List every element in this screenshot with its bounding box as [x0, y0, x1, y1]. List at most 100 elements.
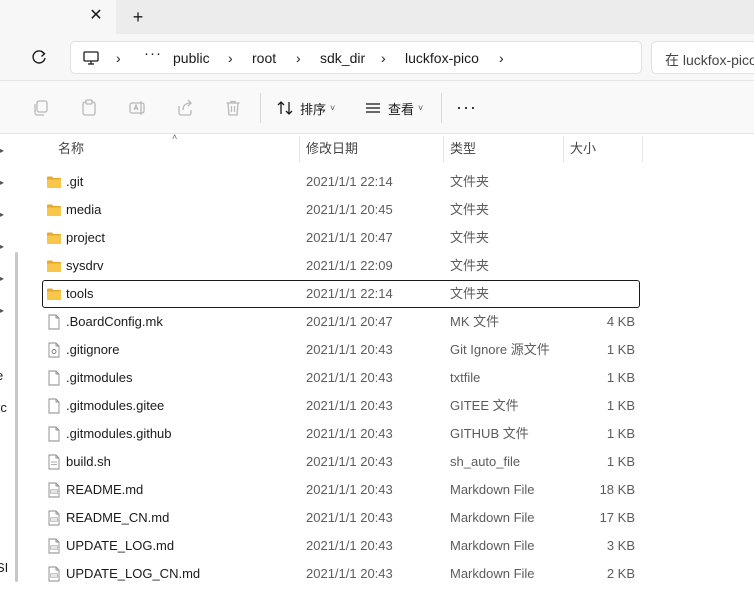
file-row[interactable]: .BoardConfig.mk 2021/1/1 20:47 MK 文件 4 KB — [42, 308, 640, 336]
file-size: 1 KB — [606, 398, 635, 413]
address-bar[interactable]: › ··· public › root › sdk_dir › luckfox-… — [70, 41, 642, 74]
copy-icon[interactable] — [31, 98, 51, 118]
more-options-button[interactable]: ··· — [456, 98, 477, 116]
folder-icon — [47, 232, 61, 244]
file-type: Markdown File — [450, 510, 535, 525]
refresh-icon[interactable] — [28, 46, 50, 68]
delete-icon[interactable] — [223, 98, 243, 118]
file-modified-date: 2021/1/1 20:43 — [306, 370, 393, 385]
file-modified-date: 2021/1/1 20:47 — [306, 314, 393, 329]
file-modified-date: 2021/1/1 20:45 — [306, 202, 393, 217]
file-row[interactable]: project 2021/1/1 20:47 文件夹 — [42, 224, 640, 252]
breadcrumb-root[interactable]: root — [252, 50, 276, 66]
command-divider — [441, 93, 442, 123]
file-type: Markdown File — [450, 482, 535, 497]
markdown-file-icon — [48, 482, 60, 498]
file-type: GITEE 文件 — [450, 398, 519, 413]
file-row[interactable]: README_CN.md 2021/1/1 20:43 Markdown File 1… — [42, 504, 640, 532]
file-row[interactable]: README.md 2021/1/1 20:43 Markdown File 18 K… — [42, 476, 640, 504]
file-modified-date: 2021/1/1 22:14 — [306, 174, 393, 189]
column-header-date[interactable]: 修改日期 — [306, 134, 358, 164]
breadcrumb-luckfox-pico[interactable]: luckfox-pico — [405, 50, 479, 66]
file-size: 17 KB — [599, 510, 635, 525]
column-divider[interactable] — [563, 136, 564, 162]
nav-scrollbar[interactable] — [15, 252, 18, 582]
markdown-file-icon — [48, 510, 60, 526]
file-type: 文件夹 — [450, 174, 490, 189]
column-header-size[interactable]: 大小 — [570, 134, 596, 164]
file-modified-date: 2021/1/1 20:43 — [306, 566, 393, 581]
file-type: GITHUB 文件 — [450, 426, 529, 441]
folder-icon — [47, 176, 61, 188]
file-row[interactable]: .gitmodules.github 2021/1/1 20:43 GITHUB 文… — [42, 420, 640, 448]
expand-chevron-icon[interactable]: ▸ — [0, 146, 8, 156]
breadcrumb-separator[interactable]: › — [499, 50, 504, 66]
breadcrumb-separator[interactable]: › — [116, 50, 121, 66]
file-row[interactable]: .git 2021/1/1 22:14 文件夹 — [42, 168, 640, 196]
search-placeholder: 在 luckfox-pico — [665, 52, 754, 68]
new-tab-icon[interactable]: + — [127, 6, 149, 28]
file-name: tools — [66, 286, 94, 301]
file-type: 文件夹 — [450, 230, 490, 245]
column-header-type[interactable]: 类型 — [450, 134, 476, 164]
rename-icon[interactable] — [127, 98, 147, 118]
breadcrumb-overflow[interactable]: ··· — [144, 45, 162, 62]
file-row[interactable]: UPDATE_LOG.md 2021/1/1 20:43 Markdown File… — [42, 532, 640, 560]
file-name: .git — [66, 174, 84, 189]
search-input[interactable]: 在 luckfox-pico — [651, 41, 754, 74]
view-label: 查看 — [388, 101, 415, 117]
file-row[interactable]: media 2021/1/1 20:45 文件夹 — [42, 196, 640, 224]
breadcrumb-separator[interactable]: › — [228, 50, 233, 66]
file-row[interactable]: .gitmodules 2021/1/1 20:43 txtfile 1 KB — [42, 364, 640, 392]
expand-chevron-icon[interactable]: ▸ — [0, 178, 8, 188]
file-row[interactable]: .gitmodules.gitee 2021/1/1 20:43 GITEE 文件 1… — [42, 392, 640, 420]
column-divider[interactable] — [299, 136, 300, 162]
expand-chevron-icon[interactable]: ▸ — [0, 210, 8, 220]
file-modified-date: 2021/1/1 20:43 — [306, 398, 393, 413]
breadcrumb-separator[interactable]: › — [296, 50, 301, 66]
file-icon — [48, 398, 60, 414]
this-pc-icon[interactable] — [82, 49, 100, 67]
nav-item-clipped[interactable]: rc — [0, 400, 7, 415]
file-modified-date: 2021/1/1 22:09 — [306, 258, 393, 273]
expand-chevron-icon[interactable]: ▸ — [0, 242, 8, 252]
close-tab-icon[interactable]: ✕ — [86, 6, 106, 26]
file-size: 1 KB — [606, 370, 635, 385]
share-icon[interactable] — [175, 98, 195, 118]
file-row[interactable]: sysdrv 2021/1/1 22:09 文件夹 — [42, 252, 640, 280]
file-name: sysdrv — [66, 258, 104, 273]
file-type: Markdown File — [450, 538, 535, 553]
expand-chevron-icon[interactable]: ▸ — [0, 306, 8, 316]
folder-icon — [47, 204, 61, 216]
markdown-file-icon — [48, 538, 60, 554]
column-header-name[interactable]: 名称 — [58, 134, 84, 164]
file-row[interactable]: build.sh 2021/1/1 20:43 sh_auto_file 1 KB — [42, 448, 640, 476]
breadcrumb-public[interactable]: public — [173, 50, 210, 66]
expand-chevron-icon[interactable]: ▸ — [0, 274, 8, 284]
file-icon — [48, 314, 60, 330]
paste-icon[interactable] — [79, 98, 99, 118]
file-name: README_CN.md — [66, 510, 170, 525]
file-name: .gitmodules — [66, 370, 133, 385]
address-row: › ··· public › root › sdk_dir › luckfox-… — [0, 34, 754, 81]
view-button[interactable]: 查看 ˅ — [364, 95, 423, 121]
file-row[interactable]: .gitignore 2021/1/1 20:43 Git Ignore 源文件 1 … — [42, 336, 640, 364]
nav-item-clipped[interactable]: SI — [0, 560, 8, 575]
breadcrumb-separator[interactable]: › — [381, 50, 386, 66]
sort-ascending-icon: ˄ — [172, 132, 178, 142]
sort-button[interactable]: 排序 ˅ — [276, 95, 335, 121]
file-name: UPDATE_LOG.md — [66, 538, 175, 553]
tab-active[interactable]: ✕ — [0, 0, 116, 34]
nav-item-clipped[interactable]: e — [0, 368, 3, 383]
column-divider[interactable] — [642, 136, 643, 162]
column-header-row: ˄ 名称 修改日期 类型 大小 — [22, 132, 754, 164]
file-row[interactable]: tools 2021/1/1 22:14 文件夹 — [42, 280, 640, 308]
file-row[interactable]: UPDATE_LOG_CN.md 2021/1/1 20:43 Markdown F… — [42, 560, 640, 588]
chevron-down-icon: ˅ — [330, 103, 336, 113]
file-icon — [48, 426, 60, 442]
view-list-icon — [366, 103, 380, 113]
breadcrumb-sdk-dir[interactable]: sdk_dir — [320, 50, 365, 66]
file-size: 1 KB — [606, 426, 635, 441]
script-file-icon — [48, 454, 60, 470]
column-divider[interactable] — [443, 136, 444, 162]
